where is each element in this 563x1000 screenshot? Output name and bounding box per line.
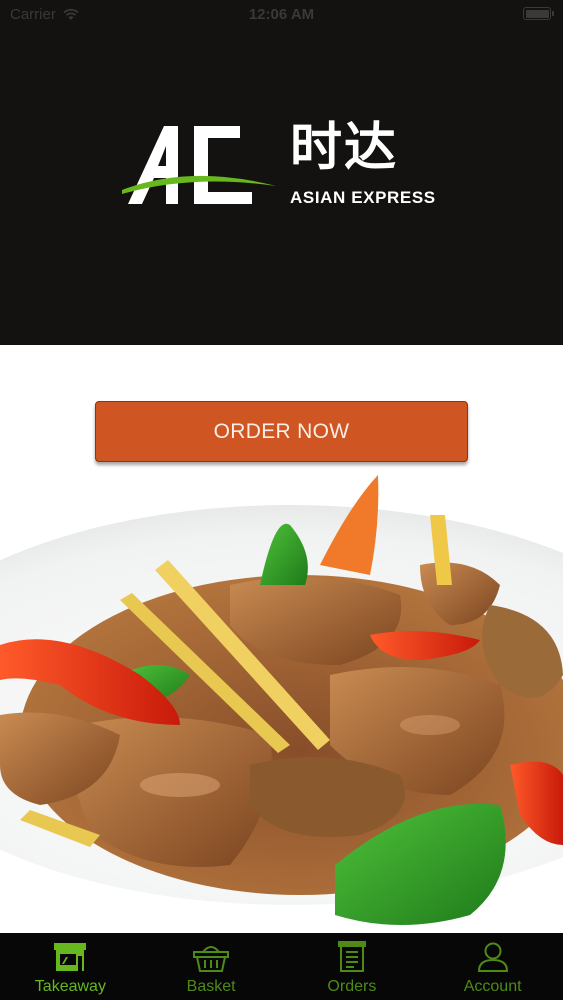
user-icon	[475, 940, 511, 974]
tab-orders-label: Orders	[327, 978, 377, 995]
brand-english-name: ASIAN EXPRESS	[290, 188, 436, 207]
tab-basket-label: Basket	[186, 978, 236, 995]
battery-icon	[523, 7, 554, 20]
bottom-tab-bar: Takeaway Basket Orders Account	[0, 933, 563, 1000]
tab-takeaway[interactable]: Takeaway	[0, 933, 141, 1000]
tab-account-label: Account	[463, 978, 522, 995]
hero-section: ORDER NOW	[0, 345, 563, 933]
battery-level	[525, 9, 549, 18]
tab-takeaway-label: Takeaway	[34, 978, 106, 995]
status-time: 12:06 AM	[248, 6, 315, 23]
brand-header: 时达 ASIAN EXPRESS	[0, 30, 563, 345]
tab-orders[interactable]: Orders	[282, 933, 423, 1000]
brand-logo: 时达 ASIAN EXPRESS	[120, 122, 450, 212]
receipt-icon	[334, 940, 370, 974]
storefront-icon	[52, 940, 88, 974]
ae-logo-mark-icon	[122, 126, 276, 204]
stir-fry-dish-image	[0, 475, 563, 925]
basket-icon	[193, 940, 230, 974]
status-bar: Carrier 12:06 AM	[0, 0, 563, 30]
tab-account[interactable]: Account	[422, 933, 563, 1000]
brand-chinese-name: 时达	[290, 118, 399, 178]
tab-basket[interactable]: Basket	[141, 933, 282, 1000]
order-now-button[interactable]: ORDER NOW	[95, 401, 468, 462]
